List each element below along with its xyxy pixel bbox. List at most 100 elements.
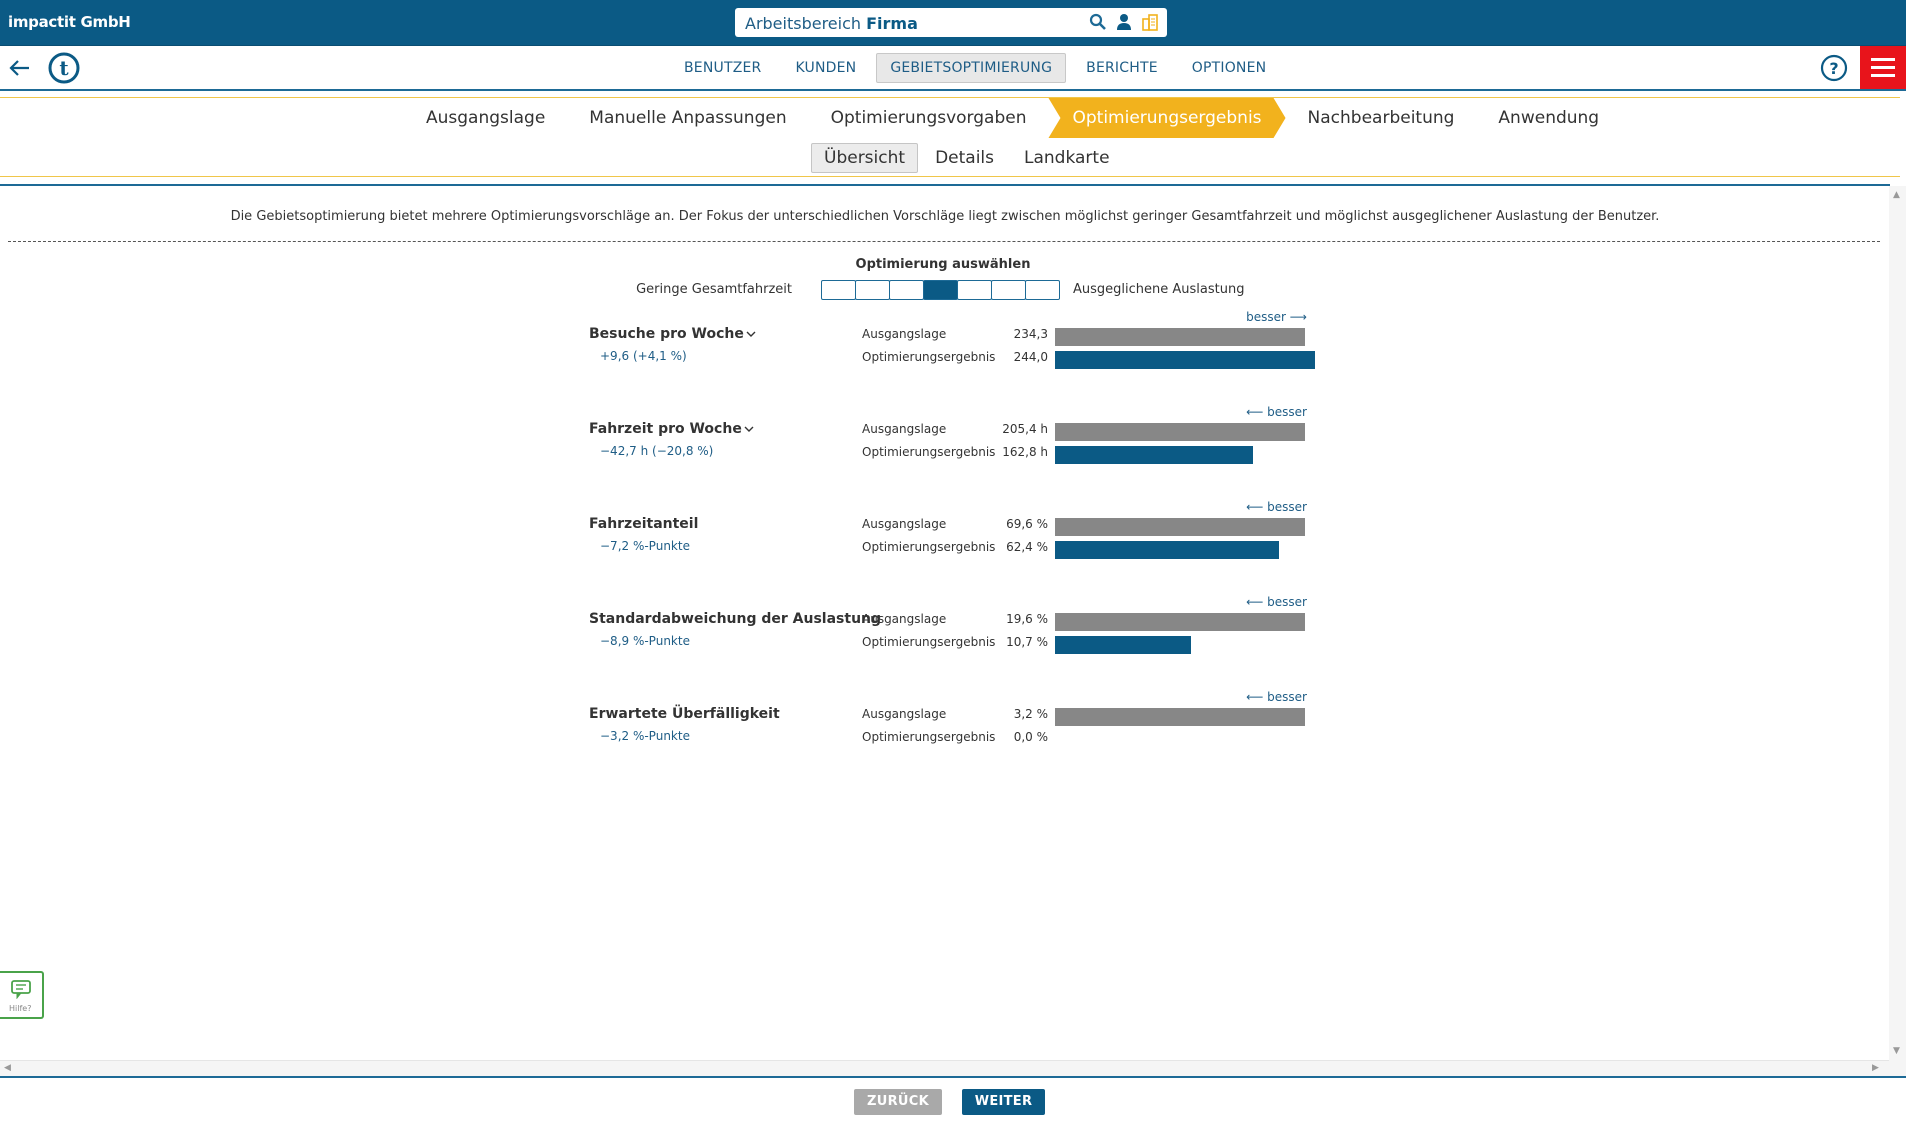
svg-text:t: t — [59, 56, 69, 80]
baseline-value: 205,4 h — [1002, 422, 1048, 436]
tab-details[interactable]: Details — [922, 143, 1007, 173]
top-bar: impactit GmbH Arbeitsbereich Firma — [0, 0, 1906, 46]
footer-divider — [0, 1076, 1906, 1078]
main-navigation: t BENUTZER KUNDEN GEBIETSOPTIMIERUNG BERICH… — [0, 46, 1906, 91]
hamburger-menu-icon[interactable] — [1860, 46, 1906, 89]
nav-item-kunden[interactable]: KUNDEN — [782, 53, 871, 83]
metric-title-text: Erwartete Überfälligkeit — [589, 706, 780, 722]
result-value: 244,0 — [1013, 350, 1048, 364]
nav-item-berichte[interactable]: BERICHTE — [1072, 53, 1172, 83]
selector-right-label: Ausgeglichene Auslastung — [1073, 282, 1245, 297]
scroll-up-icon[interactable]: ▲ — [1893, 190, 1900, 200]
nav-item-optionen[interactable]: OPTIONEN — [1178, 53, 1281, 83]
metric-delta: −8,9 %-Punkte — [600, 634, 690, 648]
better-direction-label: ⟵ besser — [1246, 405, 1307, 419]
optimization-selector-title: Optimierung auswählen — [855, 257, 1031, 272]
back-button[interactable]: ZURÜCK — [854, 1089, 942, 1115]
optimization-selector: Geringe Gesamtfahrzeit Ausgeglichene Aus… — [0, 280, 1886, 302]
optimization-option-2[interactable] — [855, 280, 890, 300]
result-label: Optimierungsergebnis — [862, 730, 996, 744]
step-nachbearbeitung[interactable]: Nachbearbeitung — [1286, 98, 1477, 138]
user-icon[interactable] — [1115, 13, 1133, 31]
nav-item-benutzer[interactable]: BENUTZER — [670, 53, 776, 83]
scroll-down-icon[interactable]: ▼ — [1893, 1046, 1900, 1056]
optimization-option-4[interactable] — [923, 280, 958, 300]
result-value: 62,4 % — [1006, 540, 1048, 554]
baseline-label: Ausgangslage — [862, 422, 947, 436]
scroll-left-icon[interactable]: ◀ — [4, 1063, 11, 1073]
metric-title[interactable]: Fahrzeit pro Woche — [589, 421, 754, 437]
next-button[interactable]: WEITER — [962, 1089, 1045, 1115]
metric-title: Fahrzeitanteil — [589, 516, 698, 532]
sub-tab-bar: Übersicht Details Landkarte — [0, 138, 1900, 177]
metric-title-text: Fahrzeit pro Woche — [589, 421, 742, 437]
tab-landkarte[interactable]: Landkarte — [1011, 143, 1123, 173]
baseline-bar — [1055, 328, 1305, 346]
step-anwendung[interactable]: Anwendung — [1476, 98, 1621, 138]
metric-title: Erwartete Überfälligkeit — [589, 706, 780, 722]
back-arrow-icon[interactable] — [8, 56, 32, 80]
chevron-down-icon[interactable] — [746, 329, 756, 339]
help-label: Hilfe? — [9, 1004, 32, 1013]
svg-text:?: ? — [1829, 59, 1838, 78]
optimization-option-5[interactable] — [957, 280, 992, 300]
optimization-option-1[interactable] — [821, 280, 856, 300]
horizontal-scrollbar[interactable]: ◀ ▶ — [0, 1060, 1889, 1077]
baseline-value: 69,6 % — [1006, 517, 1048, 531]
result-bar — [1055, 541, 1279, 559]
result-label: Optimierungsergebnis — [862, 350, 996, 364]
baseline-value: 3,2 % — [1013, 707, 1048, 721]
baseline-label: Ausgangslage — [862, 327, 947, 341]
result-label: Optimierungsergebnis — [862, 445, 996, 459]
metric-title-text: Standardabweichung der Auslastung — [589, 611, 882, 627]
optimization-option-6[interactable] — [991, 280, 1026, 300]
dashed-divider — [8, 241, 1880, 242]
step-bar: Ausgangslage Manuelle Anpassungen Optimier… — [0, 97, 1900, 139]
scroll-right-icon[interactable]: ▶ — [1872, 1063, 1879, 1073]
workspace-name: Firma — [866, 14, 918, 33]
feedback-help-button[interactable]: Hilfe? — [0, 971, 44, 1019]
content-divider — [0, 184, 1890, 186]
selector-steps — [821, 280, 1060, 300]
result-value: 10,7 % — [1006, 635, 1048, 649]
workspace-selector[interactable]: Arbeitsbereich Firma — [735, 8, 1167, 37]
chevron-down-icon[interactable] — [744, 424, 754, 434]
vertical-scrollbar[interactable]: ▲ ▼ — [1889, 186, 1906, 1076]
metric-title-text: Besuche pro Woche — [589, 326, 744, 342]
workspace-prefix: Arbeitsbereich — [745, 14, 862, 33]
baseline-value: 234,3 — [1013, 327, 1048, 341]
result-label: Optimierungsergebnis — [862, 635, 996, 649]
nav-links: BENUTZER KUNDEN GEBIETSOPTIMIERUNG BERICHTE… — [670, 53, 1280, 83]
baseline-label: Ausgangslage — [862, 517, 947, 531]
baseline-bar — [1055, 423, 1305, 441]
baseline-label: Ausgangslage — [862, 612, 947, 626]
result-value: 0,0 % — [1013, 730, 1048, 744]
optimization-option-3[interactable] — [889, 280, 924, 300]
step-optimierungsvorgaben[interactable]: Optimierungsvorgaben — [809, 98, 1049, 138]
metric-title: Standardabweichung der Auslastung — [589, 611, 881, 627]
app-logo-icon[interactable]: t — [48, 52, 80, 84]
metric-title[interactable]: Besuche pro Woche — [589, 326, 756, 342]
selector-left-label: Geringe Gesamtfahrzeit — [636, 282, 792, 297]
metric-erwartete-ueberfaelligkeit: Erwartete Überfälligkeit −3,2 %-Punkte ⟵ b… — [589, 690, 1329, 770]
step-optimierungsergebnis[interactable]: Optimierungsergebnis — [1048, 98, 1285, 138]
better-direction-label: ⟵ besser — [1246, 595, 1307, 609]
result-label: Optimierungsergebnis — [862, 540, 996, 554]
tab-uebersicht[interactable]: Übersicht — [811, 143, 919, 173]
workspace-label: Arbeitsbereich Firma — [745, 14, 918, 33]
help-icon[interactable]: ? — [1820, 54, 1848, 82]
building-icon[interactable] — [1141, 13, 1159, 31]
nav-item-gebietsoptimierung[interactable]: GEBIETSOPTIMIERUNG — [876, 53, 1067, 83]
step-manuelle-anpassungen[interactable]: Manuelle Anpassungen — [567, 98, 808, 138]
search-icon[interactable] — [1089, 13, 1107, 31]
result-bar — [1055, 351, 1315, 369]
baseline-bar — [1055, 708, 1305, 726]
sub-tabs: Übersicht Details Landkarte — [811, 143, 1123, 173]
metric-fahrzeit-pro-woche: Fahrzeit pro Woche −42,7 h (−20,8 %) ⟵ bes… — [589, 405, 1329, 485]
optimization-option-7[interactable] — [1025, 280, 1060, 300]
result-bar — [1055, 446, 1253, 464]
metric-fahrzeitanteil: Fahrzeitanteil −7,2 %-Punkte ⟵ besser Ausga… — [589, 500, 1329, 580]
metric-besuche-pro-woche: Besuche pro Woche +9,6 (+4,1 %) besser ⟶ Au… — [589, 310, 1329, 390]
step-ausgangslage[interactable]: Ausgangslage — [404, 98, 567, 138]
metric-delta: −3,2 %-Punkte — [600, 729, 690, 743]
